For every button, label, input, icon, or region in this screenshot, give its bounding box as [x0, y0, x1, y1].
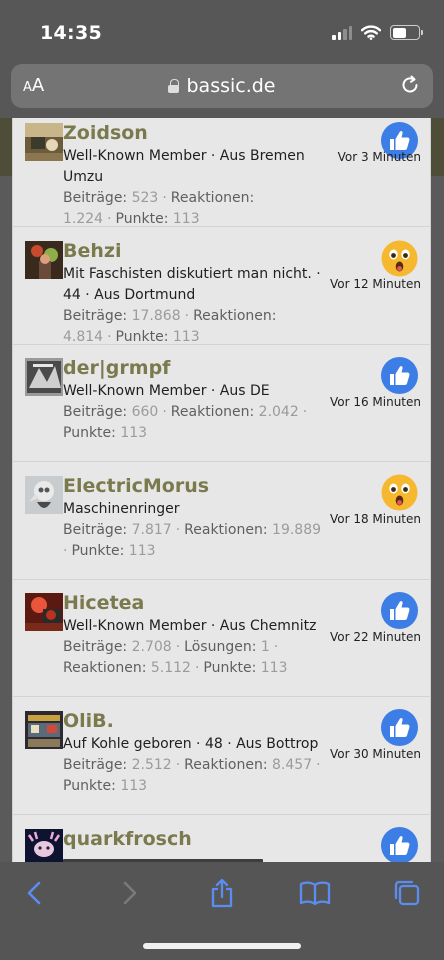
bookmarks-button[interactable]: [295, 876, 335, 910]
user-title: [63, 852, 331, 862]
share-button[interactable]: [202, 876, 242, 910]
address-bar[interactable]: AA bassic.de: [11, 64, 433, 108]
wifi-icon: [361, 25, 381, 40]
chevron-right-icon: [123, 881, 137, 905]
user-stats: Beiträge: 2.708 · Lösungen: 1 · Reaktionen: …: [63, 639, 288, 676]
reaction-time: Vor 16 Minuten: [329, 395, 421, 409]
status-bar: 14:35: [0, 0, 444, 62]
username[interactable]: der|grmpf: [63, 355, 331, 381]
like-icon: [381, 827, 418, 862]
wow-icon: [381, 240, 418, 277]
share-icon: [211, 878, 233, 908]
username[interactable]: Zoidson: [63, 120, 331, 146]
url-display[interactable]: bassic.de: [11, 75, 433, 97]
lock-icon: [168, 79, 180, 93]
username[interactable]: ElectricMorus: [63, 473, 331, 499]
user-title: Auf Kohle geboren · 48 · Aus Bottrop: [63, 736, 319, 752]
avatar[interactable]: [25, 593, 63, 631]
user-title: Mit Faschisten diskutiert man nicht. · 4…: [63, 266, 321, 303]
like-icon: [381, 709, 418, 746]
reaction-time: Vor 22 Minuten: [329, 630, 421, 644]
status-icons: [332, 25, 423, 40]
user-stats: Beiträge: 17.868 · Reaktionen: 4.814 · Punkt…: [63, 308, 277, 345]
user-title: Well-Known Member · Aus Bremen Umzu: [63, 148, 305, 185]
tabs-button[interactable]: [387, 876, 427, 910]
user-stats: Beiträge: 7.817 · Reaktionen: 19.889 · Punkt…: [63, 522, 322, 559]
wow-icon: [381, 474, 418, 511]
reactions-list[interactable]: Zoidson Well-Known Member · Aus Bremen U…: [12, 118, 431, 862]
avatar[interactable]: [25, 476, 63, 514]
chevron-left-icon: [27, 881, 41, 905]
list-item[interactable]: Behzi Mit Faschisten diskutiert man nich…: [13, 227, 430, 345]
avatar[interactable]: [25, 358, 63, 396]
list-item[interactable]: ElectricMorus Maschinenringer Beiträge: …: [13, 462, 430, 580]
list-item[interactable]: der|grmpf Well-Known Member · Aus DE Bei…: [13, 345, 430, 462]
cellular-signal-icon: [332, 25, 352, 40]
reload-icon[interactable]: [399, 74, 421, 96]
user-title: Well-Known Member · Aus Chemnitz: [63, 618, 317, 634]
avatar[interactable]: [25, 241, 63, 279]
username[interactable]: OliB.: [63, 708, 331, 734]
status-time: 14:35: [40, 22, 102, 44]
user-stats: Beiträge: 523 · Reaktionen: 1.224 · Punkte: …: [63, 190, 255, 227]
username[interactable]: Behzi: [63, 238, 331, 264]
like-icon: [381, 592, 418, 629]
username[interactable]: Hicetea: [63, 590, 331, 616]
url-text: bassic.de: [186, 75, 276, 97]
home-indicator[interactable]: [143, 943, 301, 949]
browser-address-area: AA bassic.de: [0, 62, 444, 118]
avatar[interactable]: [25, 123, 63, 161]
book-icon: [299, 881, 331, 906]
avatar[interactable]: [25, 711, 63, 749]
avatar[interactable]: [25, 829, 63, 862]
reaction-time: Vor 12 Minuten: [329, 277, 421, 291]
user-title: Maschinenringer: [63, 501, 180, 517]
back-button[interactable]: [15, 876, 55, 910]
list-item[interactable]: Hicetea Well-Known Member · Aus Chemnitz…: [13, 580, 430, 697]
tabs-icon: [394, 880, 420, 906]
reaction-time: Vor 3 Minuten: [337, 150, 421, 164]
list-item[interactable]: quarkfrosch: [13, 815, 430, 862]
like-icon: [381, 357, 418, 394]
battery-icon: [390, 25, 423, 40]
user-stats: Beiträge: 2.512 · Reaktionen: 8.457 · Punkte…: [63, 757, 321, 794]
list-item[interactable]: OliB. Auf Kohle geboren · 48 · Aus Bottr…: [13, 697, 430, 815]
user-title: Well-Known Member · Aus DE: [63, 383, 270, 399]
list-item[interactable]: Zoidson Well-Known Member · Aus Bremen U…: [13, 118, 430, 227]
user-stats: Beiträge: 660 · Reaktionen: 2.042 · Punkte: …: [63, 404, 308, 441]
reaction-time: Vor 18 Minuten: [329, 512, 421, 526]
reaction-time: Vor 30 Minuten: [329, 747, 421, 761]
username[interactable]: quarkfrosch: [63, 826, 331, 852]
forward-button[interactable]: [109, 876, 149, 910]
